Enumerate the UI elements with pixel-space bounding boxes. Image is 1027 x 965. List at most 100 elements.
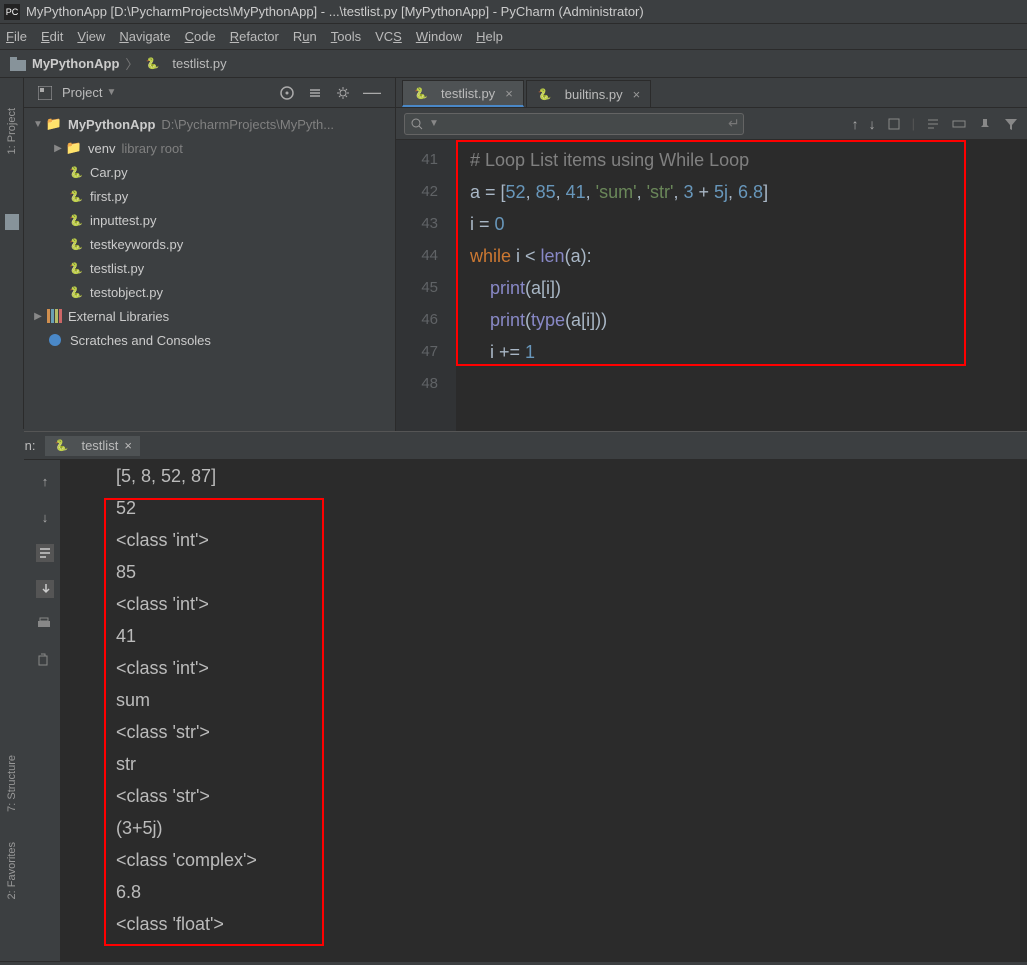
output-line: <class 'str'> bbox=[116, 716, 1027, 748]
menu-view[interactable]: View bbox=[77, 29, 105, 44]
search-box[interactable]: ▼ bbox=[404, 113, 744, 135]
file-name: testkeywords.py bbox=[90, 237, 183, 252]
line-gutter: 41 42 43 44 45 46 47 48 bbox=[396, 140, 456, 431]
tree-root[interactable]: ▼ 📁 MyPythonApp D:\PycharmProjects\MyPyt… bbox=[24, 112, 395, 136]
breadcrumb-project[interactable]: MyPythonApp bbox=[32, 56, 119, 71]
file-name: inputtest.py bbox=[90, 213, 157, 228]
tree-external[interactable]: ▶ External Libraries bbox=[24, 304, 395, 328]
file-icon[interactable] bbox=[5, 214, 19, 230]
expand-icon[interactable]: ▶ bbox=[32, 311, 44, 322]
scroll-icon[interactable] bbox=[36, 580, 54, 598]
expand-icon[interactable]: ▶ bbox=[52, 143, 64, 154]
close-icon[interactable]: × bbox=[124, 438, 132, 453]
collapse-icon[interactable] bbox=[307, 85, 323, 101]
menu-refactor[interactable]: Refactor bbox=[230, 29, 279, 44]
tree-file[interactable]: 🐍 testkeywords.py bbox=[24, 232, 395, 256]
output-line: <class 'str'> bbox=[116, 780, 1027, 812]
menu-bar: File Edit View Navigate Code Refactor Ru… bbox=[0, 24, 1027, 50]
root-name: MyPythonApp bbox=[68, 117, 155, 132]
tree-file[interactable]: 🐍testlist.py bbox=[24, 256, 395, 280]
menu-file[interactable]: File bbox=[6, 29, 27, 44]
select-all-icon[interactable] bbox=[886, 117, 902, 131]
pin-icon[interactable] bbox=[977, 117, 993, 131]
python-icon: 🐍 bbox=[68, 236, 84, 252]
line-num: 46 bbox=[396, 304, 438, 336]
project-header: Project ▼ — bbox=[24, 78, 395, 108]
search-input[interactable] bbox=[439, 117, 737, 131]
tab-testlist[interactable]: 🐍 testlist.py × bbox=[402, 80, 524, 107]
wrap-icon[interactable] bbox=[36, 544, 54, 562]
hide-icon[interactable]: — bbox=[363, 82, 381, 103]
menu-edit[interactable]: Edit bbox=[41, 29, 63, 44]
menu-code[interactable]: Code bbox=[185, 29, 216, 44]
tree-file[interactable]: 🐍Car.py bbox=[24, 160, 395, 184]
output-line: (3+5j) bbox=[116, 812, 1027, 844]
line-num: 44 bbox=[396, 240, 438, 272]
tree-file[interactable]: 🐍 inputtest.py bbox=[24, 208, 395, 232]
dropdown-icon[interactable]: ▼ bbox=[106, 87, 116, 98]
add-selection-icon[interactable] bbox=[925, 117, 941, 131]
python-icon: 🐍 bbox=[68, 284, 84, 300]
project-label[interactable]: Project bbox=[62, 85, 102, 100]
sidebar-favorites[interactable]: 2: Favorites bbox=[6, 842, 18, 899]
output-line: 52 bbox=[116, 492, 1027, 524]
tab-builtins[interactable]: 🐍 builtins.py × bbox=[526, 80, 651, 107]
next-icon[interactable]: ↓ bbox=[869, 116, 876, 132]
python-icon: 🐍 bbox=[537, 86, 553, 102]
up-icon[interactable]: ↑ bbox=[36, 472, 54, 490]
run-tab[interactable]: 🐍 testlist × bbox=[45, 436, 139, 456]
filter-icon[interactable] bbox=[1003, 117, 1019, 131]
prev-icon[interactable]: ↑ bbox=[852, 116, 859, 132]
tab-label: testlist.py bbox=[441, 86, 495, 101]
toggle-icon[interactable] bbox=[951, 117, 967, 131]
line-num: 48 bbox=[396, 368, 438, 400]
menu-help[interactable]: Help bbox=[476, 29, 503, 44]
tree-file[interactable]: 🐍first.py bbox=[24, 184, 395, 208]
run-panel: Run: 🐍 testlist × ▶ ■ ▍▍ ↑ ↓ bbox=[0, 431, 1027, 961]
code-content[interactable]: # Loop List items using While Loop a = [… bbox=[456, 140, 1027, 431]
output-line: 6.8 bbox=[116, 876, 1027, 908]
folder-icon bbox=[10, 57, 26, 71]
output-line: str bbox=[116, 748, 1027, 780]
line-num: 45 bbox=[396, 272, 438, 304]
window-title: MyPythonApp [D:\PycharmProjects\MyPython… bbox=[26, 4, 644, 19]
menu-tools[interactable]: Tools bbox=[331, 29, 361, 44]
tree-venv[interactable]: ▶ 📁 venv library root bbox=[24, 136, 395, 160]
sidebar-structure[interactable]: 7: Structure bbox=[6, 755, 18, 812]
sidebar-project[interactable]: 1: Project bbox=[6, 108, 18, 154]
line-num: 42 bbox=[396, 176, 438, 208]
console-output[interactable]: [5, 8, 52, 87] 52 <class 'int'> 85 <clas… bbox=[60, 460, 1027, 961]
output-line: [5, 8, 52, 87] bbox=[116, 460, 1027, 492]
locate-icon[interactable] bbox=[279, 85, 295, 101]
print-icon[interactable] bbox=[36, 616, 54, 634]
venv-name: venv bbox=[88, 141, 115, 156]
dropdown-icon[interactable]: ▼ bbox=[429, 118, 439, 129]
output-line: <class 'complex'> bbox=[116, 844, 1027, 876]
delete-icon[interactable] bbox=[36, 652, 54, 670]
run-tab-name: testlist bbox=[81, 438, 118, 453]
close-icon[interactable]: × bbox=[633, 87, 641, 102]
gear-icon[interactable] bbox=[335, 85, 351, 101]
menu-navigate[interactable]: Navigate bbox=[119, 29, 170, 44]
menu-run[interactable]: Run bbox=[293, 29, 317, 44]
python-icon: 🐍 bbox=[68, 188, 84, 204]
output-line: 41 bbox=[116, 620, 1027, 652]
tree-scratches[interactable]: Scratches and Consoles bbox=[24, 328, 395, 352]
output-line: <class 'int'> bbox=[116, 588, 1027, 620]
python-icon: 🐍 bbox=[68, 212, 84, 228]
breadcrumb-file[interactable]: testlist.py bbox=[172, 56, 226, 71]
output-line: <class 'float'> bbox=[116, 908, 1027, 940]
close-icon[interactable]: × bbox=[505, 86, 513, 101]
down-icon[interactable]: ↓ bbox=[36, 508, 54, 526]
code-area[interactable]: 41 42 43 44 45 46 47 48 # Loop List item… bbox=[396, 140, 1027, 431]
ext-name: External Libraries bbox=[68, 309, 169, 324]
output-line: <class 'int'> bbox=[116, 524, 1027, 556]
expand-icon[interactable]: ▼ bbox=[32, 119, 44, 130]
find-bar: ▼ ↵ ↑ ↓ | bbox=[396, 108, 1027, 140]
venv-tag: library root bbox=[121, 141, 182, 156]
tree-file[interactable]: 🐍testobject.py bbox=[24, 280, 395, 304]
line-num: 43 bbox=[396, 208, 438, 240]
output-line: <class 'int'> bbox=[116, 652, 1027, 684]
menu-window[interactable]: Window bbox=[416, 29, 462, 44]
menu-vcs[interactable]: VCS bbox=[375, 29, 402, 44]
